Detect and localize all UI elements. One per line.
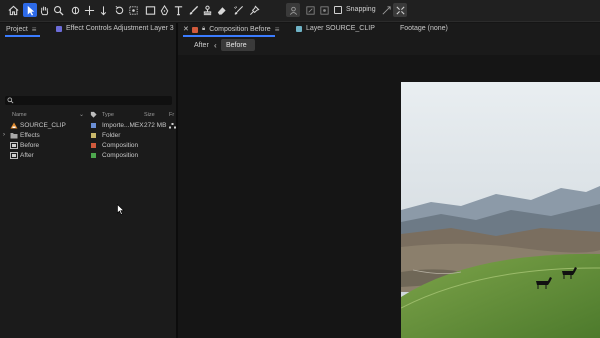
tab-composition-before[interactable]: 🔒︎ Composition Before ≡ <box>192 25 279 34</box>
tab-effect-controls-label: Effect Controls Adjustment Layer 3 <box>66 25 174 32</box>
mouse-cursor-icon <box>117 204 125 215</box>
rotation-tool-icon[interactable] <box>112 3 126 17</box>
composition-navigator: After ‹ Before <box>178 38 600 52</box>
orbit-camera-icon[interactable] <box>68 3 82 17</box>
tools-toolbar: Snapping <box>0 0 600 22</box>
close-tab-icon[interactable]: ✕ <box>183 25 189 33</box>
footage-frame-image <box>401 82 600 338</box>
lock-icon[interactable]: 🔒︎ <box>202 26 205 33</box>
brush-tool-icon[interactable] <box>186 3 200 17</box>
folder-icon <box>10 133 18 139</box>
breadcrumb-after[interactable]: After <box>194 42 209 49</box>
breadcrumb-before[interactable]: Before <box>221 39 255 51</box>
hamburger-menu-icon[interactable]: ≡ <box>275 25 280 34</box>
project-panel: Project ≡ Effect Controls Adjustment Lay… <box>0 23 176 338</box>
composition-viewer[interactable] <box>178 55 600 338</box>
chevron-left-icon[interactable]: ‹ <box>214 41 217 50</box>
puppet-pin-icon[interactable] <box>247 3 261 17</box>
world-axis-mode-icon[interactable] <box>303 3 317 17</box>
snapping-label: Snapping <box>346 6 376 13</box>
column-header-type[interactable]: Type <box>102 112 114 118</box>
project-item-name: Before <box>20 142 40 149</box>
project-panel-tabs: Project ≡ Effect Controls Adjustment Lay… <box>0 23 176 35</box>
project-item-size: 272 MB <box>144 122 167 129</box>
project-item-type: Importe...MEX <box>102 122 144 129</box>
eraser-icon[interactable] <box>214 3 228 17</box>
tab-project[interactable]: Project ≡ <box>6 25 36 34</box>
snapping-checkbox[interactable] <box>334 6 342 14</box>
label-color-swatch[interactable] <box>91 123 96 128</box>
local-axis-mode-icon[interactable] <box>286 3 300 17</box>
clone-stamp-icon[interactable] <box>200 3 214 17</box>
search-icon <box>7 97 14 104</box>
project-item-type: Composition <box>102 142 139 149</box>
hamburger-menu-icon[interactable]: ≡ <box>32 25 37 34</box>
label-color-swatch[interactable] <box>91 153 96 158</box>
project-item-name: After <box>20 152 34 159</box>
tab-footage[interactable]: Footage (none) <box>400 25 448 32</box>
view-axis-mode-icon[interactable] <box>317 3 331 17</box>
layer-color-icon <box>296 25 302 32</box>
tab-effect-controls[interactable]: Effect Controls Adjustment Layer 3 <box>56 25 174 32</box>
sort-chevron-icon[interactable]: ⌄ <box>79 111 84 118</box>
project-item-effects-folder[interactable]: › Effects Folder <box>0 131 176 141</box>
label-color-swatch[interactable] <box>91 143 96 148</box>
footage-icon <box>10 122 18 129</box>
composition-panel: ✕ 🔒︎ Composition Before ≡ Layer SOURCE_C… <box>178 23 600 338</box>
project-item-after-comp[interactable]: After Composition <box>0 151 176 161</box>
pen-tool-icon[interactable] <box>157 3 171 17</box>
tab-project-label: Project <box>6 26 28 33</box>
dolly-camera-icon[interactable] <box>96 3 110 17</box>
column-header-size[interactable]: Size <box>144 112 155 118</box>
composition-icon <box>10 152 18 159</box>
hand-tool-icon[interactable] <box>37 3 51 17</box>
interpret-footage-icon <box>169 123 176 129</box>
column-header-name[interactable]: Name <box>12 112 27 118</box>
tab-layer-source-clip[interactable]: Layer SOURCE_CLIP <box>296 25 375 32</box>
selection-tool-icon[interactable] <box>23 3 37 17</box>
home-icon[interactable] <box>6 3 20 17</box>
active-tab-indicator <box>5 35 40 37</box>
layer-color-icon <box>56 25 62 32</box>
type-tool-icon[interactable] <box>171 3 185 17</box>
comp-color-icon <box>192 26 198 33</box>
composition-icon <box>10 142 18 149</box>
expand-chevron-icon[interactable]: › <box>3 132 5 138</box>
viewer-panel-tabs: ✕ 🔒︎ Composition Before ≡ Layer SOURCE_C… <box>178 23 600 35</box>
project-search-input[interactable] <box>5 96 172 105</box>
label-color-swatch[interactable] <box>91 133 96 138</box>
tab-footage-label: Footage (none) <box>400 25 448 32</box>
rectangle-tool-icon[interactable] <box>143 3 157 17</box>
label-tag-icon[interactable] <box>90 111 97 120</box>
tab-layer-source-clip-label: Layer SOURCE_CLIP <box>306 25 375 32</box>
project-item-type: Folder <box>102 132 121 139</box>
roto-brush-icon[interactable] <box>231 3 245 17</box>
project-item-before-comp[interactable]: Before Composition <box>0 141 176 151</box>
project-item-name: Effects <box>20 132 40 139</box>
snap-features-icon[interactable] <box>393 3 407 17</box>
snap-edges-icon[interactable] <box>379 3 393 17</box>
anchor-point-icon[interactable] <box>126 3 140 17</box>
tab-composition-before-label: Composition Before <box>209 26 271 33</box>
zoom-tool-icon[interactable] <box>51 3 65 17</box>
active-tab-indicator <box>183 35 275 37</box>
project-item-source-clip[interactable]: SOURCE_CLIP Importe...MEX 272 MB <box>0 121 176 131</box>
column-header-frame-rate[interactable]: Fr <box>169 112 174 118</box>
project-item-type: Composition <box>102 152 139 159</box>
project-item-name: SOURCE_CLIP <box>20 122 66 129</box>
pan-camera-icon[interactable] <box>82 3 96 17</box>
